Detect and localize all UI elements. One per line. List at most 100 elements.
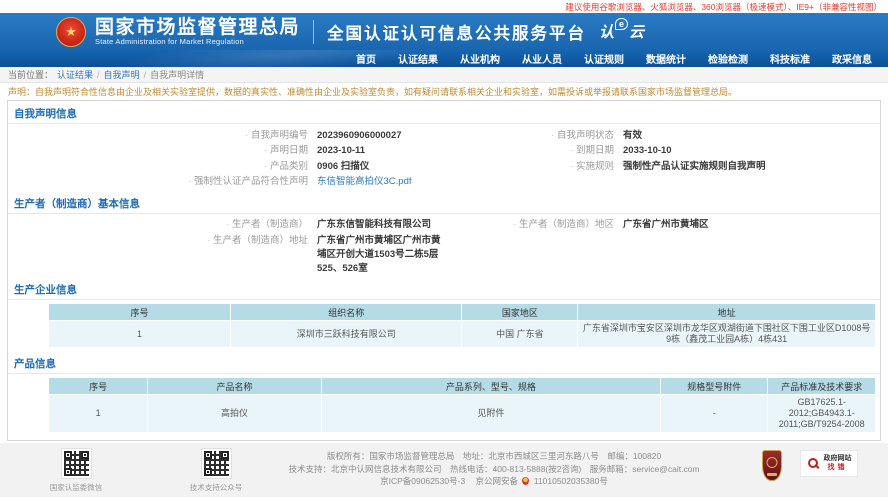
nav-item-cert-results[interactable]: 认证结果 [387, 51, 449, 66]
field-label: 生产者（制造商） [8, 218, 308, 232]
declaration-number: 2023960906000027 [317, 129, 402, 141]
footer-badges: 政府网站 找错 [728, 448, 888, 481]
col-header-country-region: 国家地区 [461, 303, 579, 321]
field-row: 产品类别 0906 扫描仪 [8, 160, 444, 174]
footer-copyright-line: 版权所有：国家市场监督管理总局 地址：北京市西城区三里河东路八号 邮编：1008… [326, 451, 662, 461]
nav-item-tech-standards[interactable]: 科技标准 [759, 51, 821, 66]
detail-panel: 自我声明信息 自我声明编号 2023960906000027 声明日期 2023… [7, 100, 881, 441]
breadcrumb-item-cert-results[interactable]: 认证结果 [57, 68, 93, 81]
qr-code-icon [60, 448, 92, 479]
product-series-model-spec: 见附件 [320, 394, 661, 433]
field-label: 生产者（制造商）地区 [444, 218, 614, 232]
nav-item-agencies[interactable]: 从业机构 [449, 51, 511, 66]
expiry-date: 2033-10-10 [623, 145, 672, 156]
field-label: 声明日期 [8, 144, 308, 158]
breadcrumb-item-current: 自我声明详情 [150, 70, 205, 80]
gov-site-error-badge[interactable]: 政府网站 找错 [800, 450, 858, 477]
manufacturer-region: 广东省广州市黄埔区 [623, 219, 709, 230]
field-row: 生产者（制造商） 广东东信智能科技有限公司 [8, 218, 444, 232]
declaration-date: 2023-10-11 [317, 145, 366, 156]
manufacturer-name: 广东东信智能科技有限公司 [317, 219, 432, 230]
nav-item-statistics[interactable]: 数据统计 [635, 51, 697, 66]
nav-item-personnel[interactable]: 从业人员 [511, 51, 573, 66]
declaration-right-col: 自我声明状态 有效 到期日期 2033-10-10 实施规则 强制性产品认证实施… [444, 127, 880, 191]
factory-table: 序号 组织名称 国家地区 地址 1 深圳市三跃科技有限公司 中国 广东省 广东省… [48, 303, 876, 348]
ren-e-yun-logo: 认 e 云 [599, 18, 644, 42]
factory-country-region: 中国 广东省 [461, 320, 579, 348]
browser-tip-text: 建议使用谷歌浏览器、火狐浏览器、360浏览器（极速模式）、IE9+（非兼容性视图… [565, 1, 882, 12]
psb-number: 11010502035380号 [533, 476, 608, 486]
table-row: 1 深圳市三跃科技有限公司 中国 广东省 广东省深圳市宝安区深圳市龙华区观湖街道… [48, 320, 876, 348]
section-title-manufacturer: 生产者（制造商）基本信息 [8, 192, 880, 214]
col-header-spec-attachment: 规格型号附件 [659, 377, 769, 395]
field-label: 实施规则 [444, 160, 614, 174]
agency-name-en: State Administration for Market Regulati… [95, 36, 244, 46]
nav-item-gov-procurement[interactable]: 政采信息 [821, 51, 883, 66]
header-divider [313, 19, 315, 44]
field-row: 生产者（制造商）地区 广东省广州市黄埔区 [444, 218, 880, 232]
qr-label: 国家认监委微信 [49, 483, 103, 492]
disclaimer-text: 声明：自我声明符合性信息由企业及相关实验室提供，数据的真实性、准确性由企业及实验… [8, 87, 738, 97]
field-row: 生产者（制造商）地址 广东省广州市黄埔区广州市黄埔区开创大道1503号二栋5层5… [8, 234, 444, 276]
nav-item-inspection[interactable]: 检验检测 [697, 51, 759, 66]
breadcrumb-prefix: 当前位置： [8, 70, 54, 80]
declaration-status: 有效 [623, 129, 643, 141]
col-header-seq: 序号 [48, 303, 231, 321]
field-row: 到期日期 2033-10-10 [444, 144, 880, 158]
field-row: 实施规则 强制性产品认证实施规则自我声明 [444, 160, 880, 174]
logo-part1: 认 [599, 24, 615, 41]
product-spec-attachment: - [659, 394, 769, 433]
factory-table-header-row: 序号 组织名称 国家地区 地址 [48, 303, 876, 321]
implementation-rule: 强制性产品认证实施规则自我声明 [623, 160, 766, 172]
declaration-grid: 自我声明编号 2023960906000027 声明日期 2023-10-11 … [8, 124, 880, 192]
footer-support-line: 技术支持：北京中认网信息技术有限公司 热线电话：400-813-5888(按2咨… [288, 463, 700, 474]
col-header-address: 地址 [577, 303, 876, 321]
field-label: 自我声明编号 [8, 129, 308, 143]
breadcrumb-item-self-declaration[interactable]: 自我声明 [104, 68, 140, 81]
conformity-pdf-link[interactable]: 东信智能高拍仪3C.pdf [317, 175, 412, 189]
disclaimer-bar: 声明：自我声明符合性信息由企业及相关实验室提供，数据的真实性、准确性由企业及实验… [0, 83, 888, 100]
site-footer: 国家认监委微信 技术支持公众号 版权所有：国家市场监督管理总局 地址：北京市西城… [0, 443, 888, 497]
col-header-seq: 序号 [47, 377, 149, 395]
nav-item-home[interactable]: 首页 [345, 51, 387, 66]
agency-title-block: 国家市场监督管理总局 State Administration for Mark… [95, 18, 300, 46]
qr-cnca-wechat: 国家认监委微信 [49, 448, 103, 493]
field-row: 强制性认证产品符合性声明 东信智能高拍仪3C.pdf [8, 175, 444, 189]
breadcrumb-separator: / [97, 69, 100, 80]
product-table: 序号 产品名称 产品系列、型号、规格 规格型号附件 产品标准及技术要求 1 高拍… [47, 377, 876, 433]
platform-title: 全国认证认可信息公共服务平台 [327, 24, 587, 43]
security-shield-badge-icon[interactable] [762, 450, 782, 481]
product-category: 0906 扫描仪 [317, 160, 370, 172]
field-label: 生产者（制造商）地址 [8, 234, 308, 248]
qr-code-icon [200, 448, 232, 479]
manufacturer-address: 广东省广州市黄埔区广州市黄埔区开创大道1503号二栋5层525、526室 [317, 234, 441, 274]
agency-name-cn: 国家市场监督管理总局 [95, 16, 301, 38]
footer-qr-area: 国家认监委微信 技术支持公众号 [0, 448, 260, 493]
factory-address: 广东省深圳市宝安区深圳市龙华区观湖街道下围社区下围工业区D1008号9栋（鑫茂工… [577, 320, 876, 348]
col-header-org-name: 组织名称 [229, 303, 463, 321]
field-label: 强制性认证产品符合性声明 [8, 175, 308, 189]
product-name: 高拍仪 [147, 394, 322, 433]
col-header-standards: 产品标准及技术要求 [767, 377, 876, 395]
factory-seq: 1 [48, 320, 231, 348]
qr-label: 技术支持公众号 [189, 483, 243, 492]
col-header-product-name: 产品名称 [147, 377, 322, 395]
breadcrumb-separator: / [143, 69, 147, 80]
site-header: 国家市场监督管理总局 State Administration for Mark… [0, 13, 888, 50]
footer-icp-line: 京ICP备09062530号-3 京公网安备 11010502035380号 [260, 475, 728, 488]
gov-site-error-line1: 政府网站 [823, 455, 852, 462]
field-label: 自我声明状态 [444, 129, 614, 143]
product-table-header-row: 序号 产品名称 产品系列、型号、规格 规格型号附件 产品标准及技术要求 [47, 377, 876, 395]
logo-e-cloud-icon: e [615, 18, 629, 30]
gov-site-error-line2: 找错 [827, 464, 848, 471]
manufacturer-left-col: 生产者（制造商） 广东东信智能科技有限公司 生产者（制造商）地址 广东省广州市黄… [8, 217, 444, 278]
field-row: 声明日期 2023-10-11 [8, 144, 444, 158]
table-row: 1 高拍仪 见附件 - GB17625.1-2012;GB4943.1-2011… [47, 394, 876, 433]
qr-tech-support: 技术支持公众号 [189, 448, 243, 493]
browser-tip-bar: 建议使用谷歌浏览器、火狐浏览器、360浏览器（极速模式）、IE9+（非兼容性视图… [0, 0, 888, 13]
breadcrumb: 当前位置： 认证结果 / 自我声明 / 自我声明详情 [0, 67, 888, 83]
section-title-factory: 生产企业信息 [8, 278, 880, 300]
field-label: 到期日期 [444, 144, 614, 158]
manufacturer-right-col: 生产者（制造商）地区 广东省广州市黄埔区 [444, 217, 880, 278]
nav-item-cert-rules[interactable]: 认证规则 [573, 51, 635, 66]
